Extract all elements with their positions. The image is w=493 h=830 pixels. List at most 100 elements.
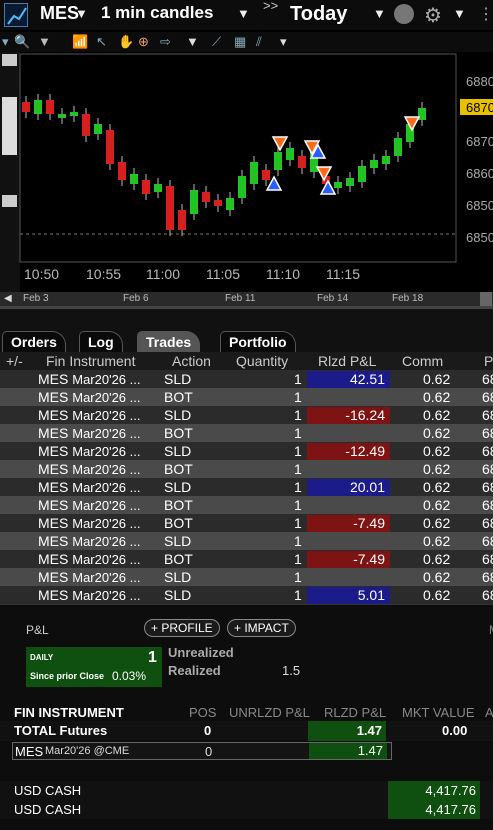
chart-canvas[interactable]: 6880 6870 6860 6850 6850 6870 10:50 10:55 11:00… bbox=[0, 52, 493, 292]
candle[interactable] bbox=[154, 184, 162, 192]
portfolio-col-more[interactable]: A bbox=[485, 705, 493, 720]
candle[interactable] bbox=[298, 156, 306, 168]
candle[interactable] bbox=[202, 192, 210, 202]
grid-icon[interactable]: ▦ bbox=[234, 34, 246, 50]
candle[interactable] bbox=[82, 114, 90, 136]
candle[interactable] bbox=[370, 160, 378, 168]
portfolio-col-pos[interactable]: POS bbox=[189, 705, 216, 720]
candle[interactable] bbox=[46, 100, 54, 114]
date-window-thumb[interactable] bbox=[480, 292, 492, 306]
date-navigator[interactable]: ◀ Feb 3 Feb 6 Feb 11 Feb 14 Feb 18 bbox=[0, 292, 493, 306]
price-tick-label: 6860 bbox=[466, 166, 493, 181]
candle[interactable] bbox=[70, 112, 78, 116]
date-nav-left-icon[interactable]: ◀ bbox=[4, 293, 12, 304]
col-comm[interactable]: Comm bbox=[402, 353, 443, 369]
candle[interactable] bbox=[106, 130, 114, 164]
total-futures-row[interactable]: TOTAL Futures 0 1.47 0.00 bbox=[0, 721, 493, 741]
chart-scrollbar-track[interactable] bbox=[0, 52, 20, 292]
col-action[interactable]: Action bbox=[172, 353, 211, 369]
portfolio-col-unrlzd[interactable]: UNRLZD P&L bbox=[229, 705, 310, 720]
sell-marker-icon[interactable] bbox=[271, 136, 289, 152]
table-row[interactable]: MES Mar20'26 ... BOT 1 -7.49 0.62 68 bbox=[0, 514, 493, 533]
arrow-icon[interactable]: ↖ bbox=[96, 34, 107, 50]
table-row[interactable]: MES Mar20'26 ... SLD 1 0.62 68 bbox=[0, 568, 493, 586]
portfolio-col-rlzd[interactable]: RLZD P&L bbox=[324, 705, 386, 720]
dropdown-icon[interactable]: ▼ bbox=[38, 34, 51, 49]
portfolio-col-mkt-value[interactable]: MKT VALUE bbox=[402, 705, 474, 720]
col-fin-instrument[interactable]: Fin Instrument bbox=[46, 353, 135, 369]
candle[interactable] bbox=[214, 200, 222, 206]
candle[interactable] bbox=[190, 190, 198, 214]
table-row[interactable]: MES Mar20'26 ... SLD 1 0.62 68 bbox=[0, 532, 493, 550]
candle[interactable] bbox=[358, 166, 366, 182]
candle[interactable] bbox=[166, 186, 174, 230]
candle[interactable] bbox=[178, 210, 186, 230]
arrow-right-icon[interactable]: ⇨ bbox=[160, 34, 171, 50]
candle[interactable] bbox=[274, 152, 282, 170]
more-menu-icon[interactable]: ⋮ bbox=[478, 4, 493, 24]
candle[interactable] bbox=[118, 162, 126, 180]
zoom-dropdown-icon[interactable]: ▾ bbox=[2, 34, 9, 50]
crosshair-icon[interactable]: ⊕ bbox=[138, 34, 149, 50]
symbol-dropdown-icon[interactable]: ▼ bbox=[75, 6, 88, 21]
scroll-down-button[interactable] bbox=[2, 195, 17, 207]
range-dropdown-icon[interactable]: ▼ bbox=[373, 6, 386, 21]
interval-dropdown-icon[interactable]: ▼ bbox=[237, 6, 250, 21]
profile-button[interactable]: + PROFILE bbox=[144, 619, 220, 637]
gear-icon[interactable]: ⚙ bbox=[424, 3, 442, 28]
fib-icon[interactable]: ⫽ bbox=[256, 34, 262, 50]
cell-price: 68 bbox=[482, 587, 493, 603]
candle[interactable] bbox=[34, 100, 42, 114]
candle[interactable] bbox=[394, 138, 402, 156]
interval-selector[interactable]: 1 min candles bbox=[101, 3, 213, 23]
candle[interactable] bbox=[382, 156, 390, 164]
col-quantity[interactable]: Quantity bbox=[236, 353, 288, 369]
table-row[interactable]: MES Mar20'26 ... SLD 1 5.01 0.62 68 bbox=[0, 586, 493, 605]
hand-icon[interactable]: ✋ bbox=[118, 34, 134, 50]
col-rlzd-pnl[interactable]: Rlzd P&L bbox=[318, 353, 376, 369]
price-chart[interactable]: 6880 6870 6860 6850 6850 6870 10:50 10:55 11:00… bbox=[0, 52, 493, 292]
search-icon[interactable] bbox=[394, 4, 414, 24]
candle[interactable] bbox=[346, 178, 354, 186]
col-expand[interactable]: +/- bbox=[6, 353, 23, 369]
position-row-mes[interactable]: MES Mar20'26 @CME 0 1.47 bbox=[12, 742, 392, 760]
candle[interactable] bbox=[58, 114, 66, 118]
table-row[interactable]: MES Mar20'26 ... SLD 1 -12.49 0.62 68 bbox=[0, 442, 493, 461]
tools-dropdown-icon[interactable]: ▼ bbox=[186, 34, 199, 49]
cash-row[interactable]: USD CASH 4,417.76 bbox=[0, 781, 493, 800]
candle[interactable] bbox=[238, 176, 246, 198]
portfolio-col-instrument[interactable]: FIN INSTRUMENT bbox=[14, 705, 124, 720]
candle[interactable] bbox=[142, 180, 150, 194]
chart-scroll-thumb[interactable] bbox=[2, 97, 17, 155]
candle[interactable] bbox=[22, 102, 30, 112]
table-row[interactable]: MES Mar20'26 ... BOT 1 0.62 68 bbox=[0, 388, 493, 406]
table-row[interactable]: MES Mar20'26 ... BOT 1 0.62 68 bbox=[0, 460, 493, 478]
table-row[interactable]: MES Mar20'26 ... SLD 1 -16.24 0.62 68 bbox=[0, 406, 493, 425]
cash-row[interactable]: USD CASH 4,417.76 bbox=[0, 800, 493, 819]
candle[interactable] bbox=[226, 198, 234, 210]
impact-button[interactable]: + IMPACT bbox=[227, 619, 296, 637]
table-row[interactable]: MES Mar20'26 ... SLD 1 42.51 0.62 68 bbox=[0, 370, 493, 389]
candle[interactable] bbox=[286, 148, 294, 160]
candle[interactable] bbox=[334, 182, 342, 188]
candle[interactable] bbox=[250, 162, 258, 184]
table-row[interactable]: MES Mar20'26 ... BOT 1 -7.49 0.62 68 bbox=[0, 550, 493, 569]
bar-chart-icon[interactable]: 📶 bbox=[72, 34, 88, 50]
cell-rlzd-pnl: 42.51 bbox=[307, 371, 390, 389]
candle[interactable] bbox=[262, 170, 270, 180]
candle[interactable] bbox=[130, 174, 138, 184]
more-icon[interactable]: >> bbox=[263, 0, 278, 13]
position-symbol: MES bbox=[15, 744, 44, 759]
settings-dropdown-icon[interactable]: ▼ bbox=[453, 6, 466, 21]
table-row[interactable]: MES Mar20'26 ... SLD 1 20.01 0.62 68 bbox=[0, 478, 493, 497]
col-price[interactable]: P bbox=[484, 353, 493, 369]
trendline-icon[interactable]: ⟋ bbox=[212, 34, 221, 50]
range-selector[interactable]: Today bbox=[290, 3, 347, 26]
candle[interactable] bbox=[94, 124, 102, 134]
zoom-icon[interactable]: 🔍 bbox=[14, 34, 30, 50]
table-row[interactable]: MES Mar20'26 ... BOT 1 0.62 68 bbox=[0, 424, 493, 442]
more-tools-icon[interactable]: ▾ bbox=[280, 34, 287, 50]
table-row[interactable]: MES Mar20'26 ... BOT 1 0.62 68 bbox=[0, 496, 493, 514]
scroll-up-button[interactable] bbox=[2, 54, 17, 66]
symbol-selector[interactable]: MES bbox=[40, 3, 79, 24]
